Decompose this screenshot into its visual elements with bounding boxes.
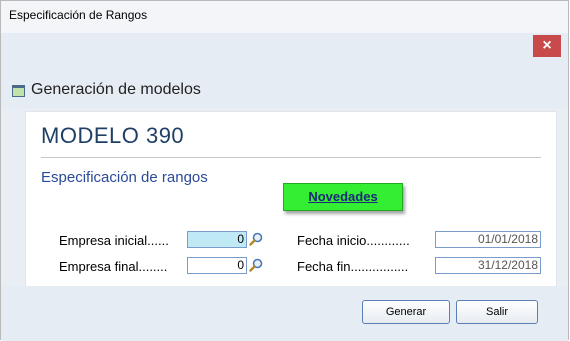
section-header-title: Generación de modelos <box>31 81 201 98</box>
model-title: MODELO 390 <box>41 123 185 148</box>
fecha-fin-input[interactable]: 31/12/2018 <box>435 257 541 274</box>
empresa-inicial-input[interactable]: 0 <box>187 231 247 248</box>
search-icon[interactable] <box>249 258 263 272</box>
divider <box>41 157 541 158</box>
close-button[interactable]: × <box>533 35 561 57</box>
empresa-final-label: Empresa final........ <box>59 259 168 274</box>
dialog-window: Especificación de Rangos × Generación de… <box>0 0 569 341</box>
window-title: Especificación de Rangos <box>9 8 148 22</box>
generar-button[interactable]: Generar <box>362 300 450 324</box>
salir-button[interactable]: Salir <box>456 300 538 324</box>
fecha-fin-label: Fecha fin................ <box>297 259 409 274</box>
search-icon[interactable] <box>249 232 263 246</box>
window-icon <box>12 85 25 97</box>
fecha-inicio-label: Fecha inicio............ <box>297 233 410 248</box>
subtitle: Especificación de rangos <box>41 169 208 186</box>
empresa-final-input[interactable]: 0 <box>187 257 247 274</box>
empresa-inicial-label: Empresa inicial...... <box>59 233 169 248</box>
close-bar <box>1 33 568 63</box>
fecha-inicio-input[interactable]: 01/01/2018 <box>435 231 541 248</box>
novedades-button[interactable]: Novedades <box>283 183 403 211</box>
title-bar: Especificación de Rangos <box>1 1 568 33</box>
